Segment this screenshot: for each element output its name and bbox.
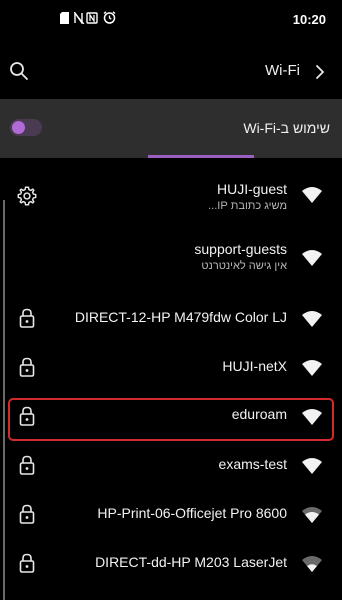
- network-name: HP-Print-06-Officejet Pro 8600: [97, 505, 287, 521]
- page-title: Wi-Fi: [265, 62, 300, 79]
- network-row-support-guests[interactable]: support-guests אין גישה לאינטרנט: [0, 228, 342, 294]
- status-time: 10:20: [292, 12, 326, 27]
- wifi-toggle-switch[interactable]: [10, 119, 42, 136]
- alarm-icon: [103, 11, 116, 24]
- wifi-toggle-row[interactable]: שימוש ב-Wi-Fi: [0, 99, 342, 158]
- network-list: HUJI-guest משיג כתובת IP... support-gues…: [0, 168, 342, 588]
- wifi-toggle-label: שימוש ב-Wi-Fi: [243, 120, 330, 136]
- tab-indicator: [148, 155, 254, 158]
- chevron-right-icon[interactable]: [312, 63, 328, 81]
- wifi-signal-low-icon: [302, 556, 322, 572]
- status-icons: [60, 11, 116, 24]
- network-status: אין גישה לאינטרנט: [201, 260, 287, 272]
- top-bar: Wi-Fi: [0, 52, 342, 92]
- wifi-settings-screen: 10:20 Wi-Fi שימוש ב-Wi-Fi HUJI-guest משי…: [0, 0, 342, 600]
- lock-icon: [16, 503, 38, 525]
- wifi-signal-full-icon: [302, 187, 322, 203]
- network-row-direct-12[interactable]: DIRECT-12-HP M479fdw Color LJ: [0, 294, 342, 343]
- status-bar: 10:20: [0, 0, 342, 38]
- network-name: HUJI-guest: [216, 181, 287, 197]
- lock-icon: [16, 356, 38, 378]
- selection-highlight: [8, 398, 334, 441]
- wifi-signal-full-icon: [302, 360, 322, 376]
- toggle-knob: [12, 121, 25, 134]
- network-row-huji-guest[interactable]: HUJI-guest משיג כתובת IP...: [0, 168, 342, 228]
- wifi-signal-full-icon: [302, 250, 322, 266]
- wifi-signal-full-icon: [302, 458, 322, 474]
- lock-icon: [16, 307, 38, 329]
- network-name: HUJI-netX: [222, 358, 287, 374]
- search-icon[interactable]: [8, 60, 30, 82]
- network-row-direct-dd[interactable]: DIRECT-dd-HP M203 LaserJet: [0, 539, 342, 588]
- network-row-huji-netx[interactable]: HUJI-netX: [0, 343, 342, 392]
- network-row-hp-print-06[interactable]: HP-Print-06-Officejet Pro 8600: [0, 490, 342, 539]
- network-name: DIRECT-dd-HP M203 LaserJet: [95, 554, 287, 570]
- wifi-signal-medium-icon: [302, 507, 322, 523]
- network-name: support-guests: [194, 241, 287, 257]
- wifi-signal-full-icon: [302, 311, 322, 327]
- lock-icon: [16, 454, 38, 476]
- network-name: DIRECT-12-HP M479fdw Color LJ: [74, 309, 287, 325]
- gear-icon[interactable]: [16, 185, 38, 207]
- sim-icon: [60, 11, 69, 24]
- network-name: exams-test: [218, 456, 287, 472]
- network-row-exams-test[interactable]: exams-test: [0, 441, 342, 490]
- network-status: משיג כתובת IP...: [208, 200, 287, 212]
- lock-icon: [16, 552, 38, 574]
- nfc-icon: [74, 11, 98, 24]
